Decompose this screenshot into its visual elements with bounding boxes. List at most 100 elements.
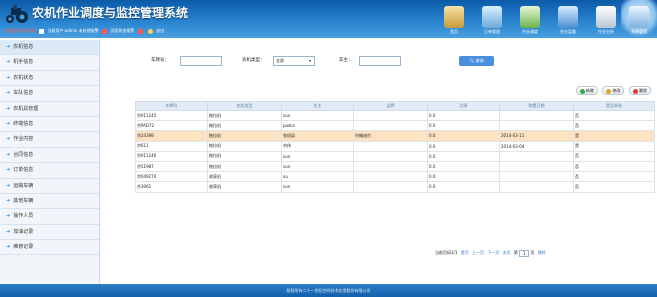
sidebar-item-contract-info[interactable]: ➜ 合同信息: [0, 148, 99, 164]
sidebar-item-transport-vehicles[interactable]: ➜ 运输车辆: [0, 179, 99, 194]
page-number-input[interactable]: 1: [519, 249, 530, 257]
table-cell: 0.0: [427, 171, 500, 183]
sidebar-item-work-content[interactable]: ➜ 作业内容: [0, 132, 99, 148]
table-cell: 收获机: [207, 171, 282, 183]
page-info: 当前页码1/1: [435, 250, 458, 255]
table-cell: 京24398: [135, 130, 208, 142]
table-cell: 0.0: [427, 160, 500, 173]
table-row[interactable]: 京011145 拖拉机 sun 0.0 否: [135, 109, 655, 122]
table-cell: sun: [281, 109, 354, 122]
table-cell: 京PAD72: [135, 120, 208, 132]
delete-button[interactable]: 删除: [629, 86, 651, 95]
logout-link[interactable]: 退出: [156, 28, 164, 33]
alarm-icon[interactable]: [102, 28, 107, 34]
first-page-link[interactable]: 首页: [461, 250, 469, 255]
table-cell: sun: [281, 150, 354, 162]
user-icon: [39, 28, 45, 34]
owner-label: 车主：: [339, 58, 353, 63]
table-cell: [353, 171, 428, 183]
owner-input[interactable]: [359, 56, 401, 66]
table-cell: 否: [573, 181, 655, 193]
footer: 版权所有二十一世纪空间技术应用股份有限公司: [0, 284, 657, 297]
table-row[interactable]: 京011146 拖拉机 sun 0.0 否: [135, 150, 655, 162]
next-page-link[interactable]: 下一页: [487, 250, 499, 255]
arrow-right-icon: ➜: [6, 244, 11, 251]
nav-home[interactable]: 首页: [436, 0, 472, 38]
table-cell: [353, 150, 428, 162]
go-button[interactable]: 跳转: [538, 250, 546, 255]
nav-dispatch[interactable]: 作业调度: [512, 0, 548, 38]
sidebar-item-repair-records[interactable]: ➜ 维修记录: [0, 240, 99, 256]
sidebar-item-implement-mgmt[interactable]: ➜ 农机具管理: [0, 102, 99, 117]
pagination: 当前页码1/1 首页 上一页 下一页 末页 第 1 页 跳转: [435, 249, 546, 257]
home-icon: [444, 6, 464, 28]
sidebar-item-machine-status[interactable]: ➜ 农机状态: [0, 71, 99, 87]
table-row[interactable]: 京3061 收获机 sun 0.0 否: [135, 181, 655, 193]
prev-page-link[interactable]: 上一页: [472, 250, 484, 255]
sidebar-item-terminal-info[interactable]: ➜ 终端信息: [0, 117, 99, 133]
nav-monitor[interactable]: 作业监督: [550, 0, 586, 38]
last-page-link[interactable]: 末页: [503, 250, 511, 255]
table-row[interactable]: 京PAD72 拖拉机 padcs 0.0 否: [135, 120, 655, 132]
column-header[interactable]: 是否补贴: [573, 101, 655, 111]
nav-system[interactable]: 系统管理: [621, 0, 657, 38]
column-header[interactable]: 车主: [281, 101, 354, 111]
nav-analysis[interactable]: 作业分析: [588, 0, 624, 38]
search-icon: 🔍︎: [469, 58, 475, 63]
sidebar: ➜ 农机信息 ➜ 机手信息 ➜ 农机状态 ➜ 车队信息 ➜ 农机具管理 ➜ 终端信息 ➜ 作业…: [0, 40, 100, 284]
arrow-right-icon: ➜: [6, 151, 11, 158]
table-cell: 京51987: [135, 160, 208, 173]
table-cell: [499, 150, 574, 162]
sidebar-item-operator-info[interactable]: ➜ 机手信息: [0, 55, 99, 71]
column-header[interactable]: 功率: [427, 101, 500, 111]
table-cell: 拖拉机: [207, 140, 282, 152]
view-alarms-link[interactable]: 页面状态报警: [110, 28, 134, 33]
current-user-text: 当前用户:admin 未处理报警: [47, 28, 99, 33]
sidebar-item-fuel-records[interactable]: ➜ 加油记录: [0, 225, 99, 241]
table-cell: 京3061: [135, 181, 208, 193]
sidebar-item-operators[interactable]: ➜ 操作人员: [0, 209, 99, 225]
search-button[interactable]: 🔍︎ 查询: [459, 56, 494, 66]
sidebar-item-other-vehicles[interactable]: ➜ 其他车辆: [0, 194, 99, 210]
arrow-right-icon: ➜: [6, 120, 11, 127]
table-cell: 0.0: [427, 140, 500, 152]
arrow-right-icon: ➜: [6, 182, 11, 189]
goto-prefix: 第: [513, 250, 518, 255]
edit-icon: [606, 88, 612, 94]
table-cell: 0.0: [427, 109, 500, 122]
table-cell: 否: [573, 171, 655, 183]
table-row[interactable]: 京049270 收获机 xu 0.0 否: [135, 171, 655, 183]
nav-orders[interactable]: 订单管理: [474, 0, 510, 38]
table-cell: 0.0: [427, 181, 500, 193]
arrow-right-icon: ➜: [6, 44, 11, 50]
column-header[interactable]: 品牌: [353, 101, 428, 111]
arrow-right-icon: ➜: [6, 213, 11, 220]
logout-icon[interactable]: [147, 28, 153, 34]
arrow-right-icon: ➜: [6, 228, 11, 235]
table-cell: 拖拉机: [207, 120, 282, 132]
sidebar-item-fleet-info[interactable]: ➜ 车队信息: [0, 86, 99, 102]
alarm-status-icon[interactable]: [137, 28, 143, 34]
monitor-icon: [558, 6, 578, 28]
sidebar-item-order-info[interactable]: ➜ 订单信息: [0, 163, 99, 179]
table-row-selected[interactable]: 京24398 拖拉机 农机局 约翰迪尔 0.0 2014-03-11 是: [135, 130, 655, 142]
arrow-right-icon: ➜: [6, 167, 11, 174]
table-cell: padcs: [281, 120, 354, 132]
arrow-right-icon: ➜: [6, 74, 11, 81]
table-row[interactable]: 京51987 拖拉机 sun 0.0 否: [135, 160, 655, 173]
column-header[interactable]: 购置日期: [499, 101, 574, 111]
table-row[interactable]: 京611 拖拉机 刘伟 0.0 2014-03-04 是: [135, 140, 655, 152]
top-nav: 首页 订单管理 作业调度 作业监督 作业分析 系统管理: [420, 0, 657, 38]
table-cell: 京049270: [135, 171, 208, 183]
plate-input[interactable]: [180, 56, 222, 66]
add-button[interactable]: 新增: [575, 86, 598, 95]
column-header[interactable]: 农机类型: [207, 101, 282, 111]
arrow-right-icon: ➜: [6, 105, 11, 112]
column-header[interactable]: 车牌号: [135, 101, 208, 111]
sidebar-item-machine-info[interactable]: ➜ 农机信息: [0, 40, 99, 56]
plate-label: 车牌号：: [151, 58, 169, 63]
table-cell: 是: [573, 140, 655, 152]
table-cell: 是: [573, 130, 655, 142]
edit-button[interactable]: 修改: [602, 86, 625, 95]
type-select[interactable]: 全部 ▾: [273, 56, 315, 66]
